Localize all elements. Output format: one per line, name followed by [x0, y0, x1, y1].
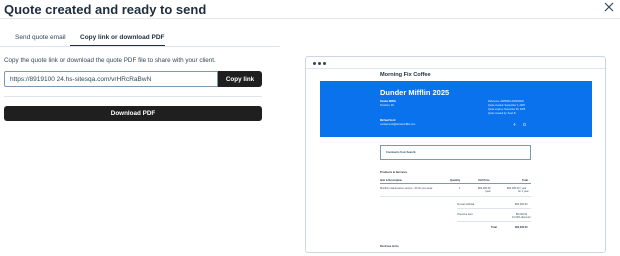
window-dot [318, 62, 321, 65]
tabs-divider [0, 46, 280, 47]
quote-expiry-date: Quote expires: November 30, 2025 [488, 108, 526, 111]
fees-rule [457, 221, 531, 222]
quote-reference: Reference: 20250801-000000000 [488, 100, 524, 103]
download-icon [513, 123, 516, 126]
products-heading: Products & Services [380, 170, 408, 174]
total-value: $00,000.00 [515, 226, 528, 229]
section-divider [4, 96, 262, 97]
recipient-location: Scranton, PA [380, 104, 394, 107]
print-icon [523, 123, 526, 126]
line-item-unit-price-period: /year [485, 190, 491, 193]
dialog-title: Quote created and ready to send [4, 2, 207, 17]
download-pdf-button[interactable]: Download PDF [4, 106, 262, 121]
quote-created-date: Quote created: September 1, 2025 [488, 104, 525, 107]
comments-box: Comments from Sean B. [380, 145, 531, 160]
tab-copy-link-or-download-pdf[interactable]: Copy link or download PDF [80, 34, 165, 41]
line-item-rule [380, 196, 531, 197]
annual-subtotal-value: $00,000.00 [515, 203, 528, 206]
company-name: Morning Fix Coffee [380, 72, 431, 78]
share-description: Copy the quote link or download the quot… [4, 57, 216, 64]
quote-preview-window: Morning Fix Coffee Dunder Mifflin 2025 D… [305, 56, 606, 253]
window-dot [313, 62, 316, 65]
one-time-fees-discount: 10.00% discount [512, 216, 531, 219]
line-item-quantity: 1 [459, 187, 461, 190]
line-item-name: Monthly maintenance service - 60 hrs per… [380, 187, 433, 190]
purchase-terms-heading: Purchase terms [380, 245, 399, 248]
copy-link-button[interactable]: Copy link [218, 71, 262, 87]
contact-name: Michael Scott [380, 119, 396, 122]
close-icon[interactable] [603, 1, 615, 13]
total-label: Total [491, 226, 497, 229]
subtotal-rule [457, 208, 531, 209]
comments-label: Comments from Sean B. [386, 151, 417, 154]
tab-send-quote-email[interactable]: Send quote email [15, 34, 66, 41]
quote-document: Morning Fix Coffee Dunder Mifflin 2025 D… [320, 69, 592, 252]
contact-email: michael.scott@dundermifflin.com [380, 123, 416, 126]
table-header-rule [380, 183, 531, 184]
line-item-term: for 1 year [518, 190, 529, 193]
recipient-company: Dunder Mifflin [380, 100, 397, 103]
window-dot [323, 62, 326, 65]
one-time-fees-label: One-time fees [457, 213, 473, 216]
col-unit-price: Unit Price [478, 179, 490, 182]
quote-link-input[interactable] [4, 71, 218, 87]
quote-title: Dunder Mifflin 2025 [380, 88, 450, 97]
col-item-description: Item & Description [380, 179, 403, 182]
header-divider [0, 18, 620, 19]
quote-header-banner: Dunder Mifflin 2025 Dunder Mifflin Scran… [320, 81, 592, 137]
col-total: Total [522, 179, 528, 182]
annual-subtotal-label: Annual subtotal [457, 203, 475, 206]
col-quantity: Quantity [450, 179, 461, 182]
quote-created-by: Quote created by: Sean B. [488, 112, 517, 115]
tab-bar: Send quote email Copy link or download P… [0, 30, 280, 47]
preview-window-bar [306, 57, 605, 69]
